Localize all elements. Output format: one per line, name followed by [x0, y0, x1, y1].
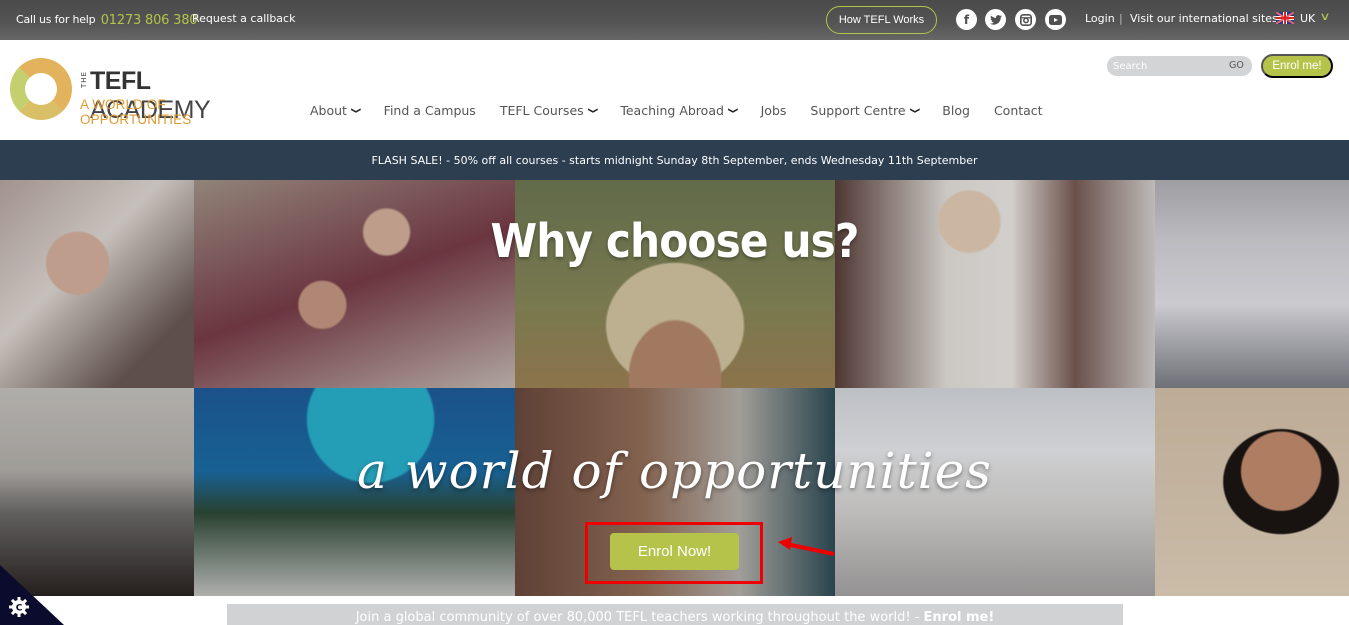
- nav-item-label: TEFL Courses: [499, 103, 584, 118]
- twitter-icon[interactable]: [985, 9, 1006, 30]
- nav-item-contact[interactable]: Contact: [994, 103, 1043, 118]
- instagram-icon[interactable]: [1015, 9, 1036, 30]
- region-selector[interactable]: UK: [1300, 12, 1315, 25]
- logo-the: THE: [80, 71, 88, 88]
- nav-item-label: Support Centre: [810, 103, 906, 118]
- chevron-down-icon: ❯: [350, 107, 362, 114]
- help-label: Call us for help: [16, 13, 96, 26]
- nav-item-teaching-abroad[interactable]: Teaching Abroad ❯: [620, 103, 739, 118]
- nav-item-label: Blog: [942, 103, 970, 118]
- hero-heading: Why choose us?: [490, 214, 859, 268]
- chevron-down-icon: ❯: [909, 107, 921, 114]
- svg-text:C: C: [16, 604, 23, 614]
- facebook-icon[interactable]: f: [956, 9, 977, 30]
- logo-tagline: A WORLD OF OPPORTUNITIES: [80, 97, 192, 127]
- nav-item-support-centre[interactable]: Support Centre ❯: [810, 103, 921, 118]
- youtube-icon[interactable]: [1045, 9, 1066, 30]
- site-logo[interactable]: THE TEFL ACADEMY A WORLD OF OPPORTUNITIE…: [10, 57, 275, 127]
- nav-item-label: Find a Campus: [383, 103, 476, 118]
- nav-item-blog[interactable]: Blog: [942, 103, 970, 118]
- main-nav: About ❯ Find a Campus TEFL Courses ❯ Teaching…: [310, 103, 1067, 118]
- enrol-now-button[interactable]: Enrol Now!: [610, 533, 739, 570]
- top-bar: Call us for help 01273 806 380 Request a…: [0, 0, 1349, 40]
- nav-item-jobs[interactable]: Jobs: [761, 103, 787, 118]
- nav-item-label: About: [310, 103, 347, 118]
- chevron-down-icon: ❯: [727, 107, 739, 114]
- enrol-me-button[interactable]: Enrol me!: [1261, 54, 1333, 78]
- chevron-down-icon: ❯: [587, 107, 599, 114]
- nav-item-label: Contact: [993, 103, 1043, 118]
- uk-flag-icon[interactable]: [1276, 12, 1294, 24]
- join-text: Join a global community of over 80,000 T…: [355, 610, 924, 625]
- cookie-settings-button[interactable]: C: [0, 565, 64, 625]
- join-enrol-link[interactable]: Enrol me!: [924, 610, 995, 625]
- help-line: Call us for help 01273 806 380: [16, 12, 198, 28]
- search-input[interactable]: [1113, 58, 1223, 74]
- international-sites-link[interactable]: Visit our international sites: [1130, 12, 1278, 25]
- search-box: GO: [1107, 56, 1252, 76]
- join-community-bar: Join a global community of over 80,000 T…: [227, 604, 1123, 625]
- nav-item-label: Teaching Abroad: [620, 103, 724, 118]
- flash-sale-banner[interactable]: FLASH SALE! - 50% off all courses - star…: [0, 140, 1349, 180]
- nav-item-tefl-courses[interactable]: TEFL Courses ❯: [499, 103, 599, 118]
- nav-item-about[interactable]: About ❯: [310, 103, 362, 118]
- hero-section: Why choose us? a world of opportunities …: [0, 180, 1349, 596]
- hero-tagline: a world of opportunities: [357, 442, 992, 500]
- request-callback-link[interactable]: Request a callback: [192, 12, 295, 25]
- search-go-button[interactable]: GO: [1229, 60, 1244, 71]
- login-link[interactable]: Login: [1085, 12, 1115, 25]
- separator: |: [1119, 12, 1123, 25]
- chevron-down-icon[interactable]: ∨: [1319, 10, 1330, 23]
- phone-number[interactable]: 01273 806 380: [101, 13, 198, 28]
- logo-ring-icon: [10, 58, 72, 120]
- how-tefl-works-button[interactable]: How TEFL Works: [826, 6, 937, 34]
- cookie-gear-icon: C: [9, 597, 29, 617]
- nav-item-label: Jobs: [760, 103, 787, 118]
- nav-item-find-a-campus[interactable]: Find a Campus: [384, 103, 476, 118]
